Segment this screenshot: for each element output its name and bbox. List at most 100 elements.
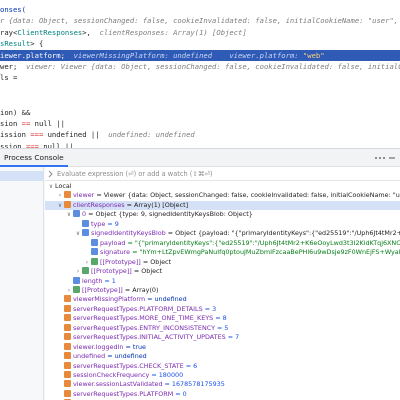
code-token: clientResponses: Array(1) [Object] <box>99 27 247 37</box>
variable-row[interactable]: serverRequestTypes.CHECK_STATE = 6 <box>45 361 400 371</box>
code-line[interactable]: ls = <box>0 72 400 83</box>
variable-name: [[Prototype]] <box>91 267 132 276</box>
code-token: "web" <box>302 50 325 60</box>
variable-value: = Object {type: 9, signedIdentityKeysBlo… <box>86 210 253 219</box>
variable-name: serverRequestTypes.CHECK_STATE <box>73 361 184 370</box>
variables-tree[interactable]: ∨ Local › viewer = Viewer {data: Object, se… <box>45 181 400 400</box>
code-token: viewer: Viewer {data: Object, sessionCha… <box>25 62 400 71</box>
evaluate-expression-bar[interactable]: Evaluate expression (⏎) or add a watch (… <box>45 167 400 181</box>
variable-icon <box>64 389 71 397</box>
variable-name: sessionCheckFrequency <box>73 371 150 379</box>
code-token: ion) && <box>0 107 31 117</box>
code-token: undefined || <box>43 130 109 140</box>
variable-row[interactable]: sessionCheckFrequency = 180000 <box>45 371 400 380</box>
variable-name: serverRequestTypes.MORE_ONE_TIME_KEYS <box>73 314 214 323</box>
variable-row[interactable]: viewerMissingPlatform = undefined <box>45 295 400 304</box>
chevron-right-icon[interactable]: › <box>74 267 82 276</box>
variable-value: = Array(1) [Object] <box>124 200 189 209</box>
variable-row[interactable]: ∨ 0 = Object {type: 9, signedIdentityKeys… <box>45 210 400 219</box>
variable-row[interactable]: type = 9 <box>45 219 400 229</box>
variable-name: clientResponses <box>73 200 125 209</box>
variable-row[interactable]: length = 1 <box>45 276 400 286</box>
variable-row[interactable]: viewer.loggedIn = true <box>45 342 400 352</box>
variable-value: = 0 <box>173 389 187 398</box>
tab-process-console[interactable]: Process Console <box>0 149 68 167</box>
field-icon <box>82 229 89 237</box>
chevron-right-icon[interactable]: › <box>65 286 73 295</box>
code-token: sion <box>0 119 22 128</box>
variable-row[interactable]: serverRequestTypes.MORE_ONE_TIME_KEYS = … <box>45 314 400 323</box>
variable-icon <box>64 200 71 208</box>
variable-value: = 6 <box>183 361 198 370</box>
chevron-down-icon[interactable]: ∨ <box>74 229 82 238</box>
code-line[interactable]: r {data: Object, sessionChanged: false, … <box>0 15 400 26</box>
code-token: ClientResponses <box>17 27 83 37</box>
variable-row[interactable]: › viewer = Viewer {data: Object, sessionC… <box>45 191 400 200</box>
code-line[interactable]: ion) && <box>0 107 400 118</box>
chevron-right-icon[interactable]: › <box>56 191 64 200</box>
variable-name: serverRequestTypes.PLATFORM_DETAILS <box>73 304 203 313</box>
field-icon <box>73 210 80 218</box>
code-line[interactable]: ssion === null || <box>0 141 400 148</box>
variable-row[interactable]: signature = "hYm+LtZpvEWmgPaNuIfq0ptouJM… <box>45 248 400 257</box>
chevron-down-icon[interactable]: ∨ <box>56 201 64 210</box>
frames-pane <box>0 167 44 400</box>
variable-value: = undefined <box>145 295 187 304</box>
variable-row[interactable]: ∨ signedIdentityKeysBlob = Object {payloa… <box>45 229 400 238</box>
variable-row[interactable]: undefined = undefined <box>45 352 400 361</box>
variable-value: = true <box>123 342 146 351</box>
frame-item[interactable] <box>0 195 44 205</box>
variable-value: = "hYm+LtZpvEWmgPaNuIfq0ptouJMuZbmIFzcaa… <box>132 248 400 257</box>
variable-row[interactable]: serverRequestTypes.INITIAL_ACTIVITY_UPDA… <box>45 333 400 342</box>
code-line[interactable]: ray<ClientResponses>, clientResponses: A… <box>0 27 400 38</box>
code-line[interactable] <box>0 95 400 106</box>
code-token: ls = <box>0 73 18 83</box>
variable-value: = 3 <box>202 304 217 313</box>
chevron-right-icon[interactable]: › <box>83 258 91 267</box>
variable-row[interactable]: ∨ Local <box>45 182 400 191</box>
variable-row[interactable]: payload = "{"primaryIdentityKeys":{"ed25… <box>45 238 400 248</box>
code-line[interactable]: wer; viewer: Viewer {data: Object, sessi… <box>0 61 400 72</box>
chevron-down-icon[interactable]: ∨ <box>47 182 55 191</box>
variable-icon <box>64 323 71 331</box>
variable-name: undefined <box>73 352 106 361</box>
frame-item-selected[interactable] <box>0 171 44 181</box>
variable-row[interactable]: serverRequestTypes.ENTRY_INCONSISTENCY =… <box>45 323 400 333</box>
variable-row[interactable]: › [[Prototype]] = Array(0) <box>45 285 400 295</box>
code-line[interactable]: ission === undefined || undefined: undef… <box>0 129 400 140</box>
variable-value: = 9 <box>105 219 119 228</box>
code-token: viewerMissingPlatform: undefined viewer.… <box>73 50 303 60</box>
variable-value: = undefined <box>105 352 147 361</box>
variable-icon <box>64 191 71 199</box>
variable-row[interactable]: viewer.sessionLastValidated = 1678578175… <box>45 380 400 389</box>
variable-row[interactable]: › [[Prototype]] = Object <box>45 267 400 276</box>
variable-icon <box>64 342 71 350</box>
chevron-down-icon[interactable]: ∨ <box>65 210 73 219</box>
field-icon <box>91 248 98 256</box>
frame-item[interactable] <box>0 183 44 193</box>
code-line[interactable]: sion == null || <box>0 118 400 129</box>
code-line-current[interactable]: iewer.platform; viewerMissingPlatform: u… <box>0 49 400 61</box>
variable-value: = Array(0) <box>122 285 159 294</box>
variable-value: = Object <box>131 267 163 276</box>
variable-row[interactable]: serverRequestTypes.PLATFORM = 0 <box>45 389 400 399</box>
variable-name: viewer <box>73 191 95 200</box>
code-line[interactable]: onses( <box>0 4 400 15</box>
code-token: undefined: undefined <box>108 130 195 140</box>
variable-row[interactable]: › [[Prototype]] = Object <box>45 257 400 267</box>
code-line[interactable]: sResult> { <box>0 38 400 49</box>
code-token: wer; <box>0 62 26 71</box>
code-editor[interactable]: onses(r {data: Object, sessionChanged: f… <box>0 0 400 148</box>
more-options-icon[interactable] <box>372 153 396 163</box>
variable-icon <box>64 314 71 322</box>
variable-value: = "{"primaryIdentityKeys":{"ed25519":"/U… <box>127 238 400 247</box>
code-line[interactable] <box>0 84 400 95</box>
code-token: >, <box>82 27 100 37</box>
field-icon <box>91 238 98 246</box>
variable-row[interactable]: serverRequestTypes.PLATFORM_DETAILS = 3 <box>45 304 400 314</box>
variable-name: viewer.sessionLastValidated <box>73 380 163 389</box>
variable-name: payload <box>100 238 126 247</box>
variable-icon <box>64 304 71 312</box>
toolwindow-actions <box>372 153 396 163</box>
variable-row[interactable]: ∨ clientResponses = Array(1) [Object] <box>45 200 400 211</box>
